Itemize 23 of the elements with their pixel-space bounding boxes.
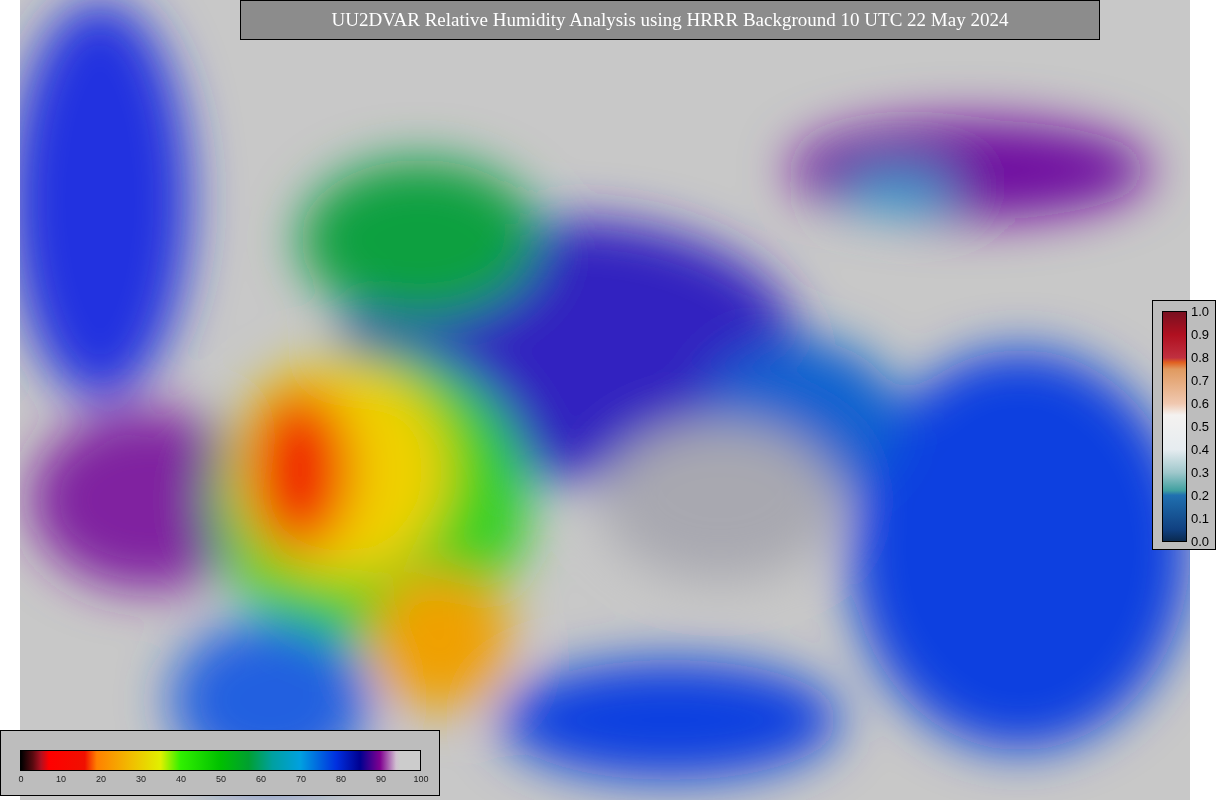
tick-label: 0.0	[1191, 534, 1210, 548]
tick-label: 0.8	[1191, 350, 1210, 364]
tick-label: 0.6	[1191, 396, 1210, 410]
tick-label: 1.0	[1191, 304, 1210, 318]
tick-label: 0.1	[1191, 511, 1210, 525]
tick-label: 40	[176, 775, 186, 784]
tick-label: 50	[216, 775, 226, 784]
tick-label: 0.2	[1191, 488, 1210, 502]
tick-label: 0	[18, 775, 24, 784]
tick-label: 80	[336, 775, 346, 784]
tick-label: 30	[136, 775, 146, 784]
tick-label: 10	[56, 775, 66, 784]
tick-label: 0.7	[1191, 373, 1210, 387]
map-title: UU2DVAR Relative Humidity Analysis using HRRR Background 10 UTC 22 May 2024	[240, 0, 1100, 40]
tick-label: 20	[96, 775, 106, 784]
tick-label: 100	[413, 775, 429, 784]
tick-label: 90	[376, 775, 386, 784]
tick-label: 60	[256, 775, 266, 784]
tick-label: 0.4	[1191, 442, 1210, 456]
tick-label: 70	[296, 775, 306, 784]
tick-label: 0.3	[1191, 465, 1210, 479]
tick-label: 0.5	[1191, 419, 1210, 433]
tick-label: 0.9	[1191, 327, 1210, 341]
